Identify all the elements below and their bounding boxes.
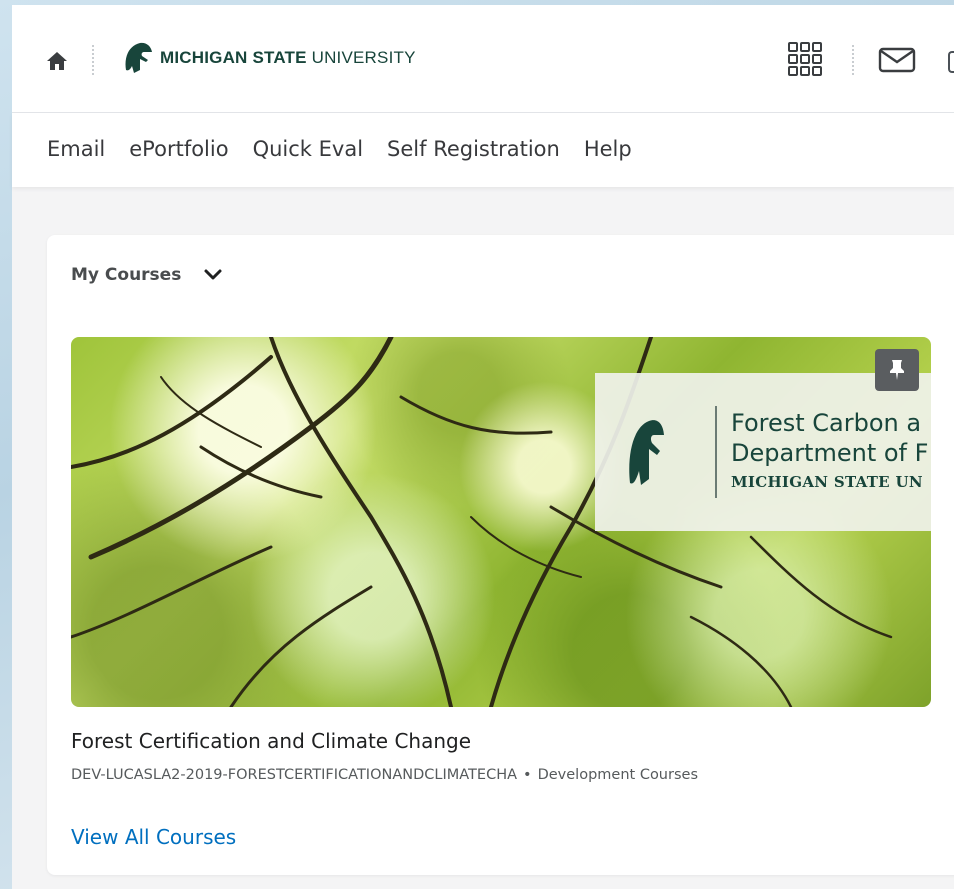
chat-icon[interactable]	[948, 51, 954, 73]
course-department: Development Courses	[537, 767, 698, 783]
chevron-down-icon	[204, 269, 222, 280]
banner-title-line-1: Forest Carbon a	[731, 409, 922, 437]
brand-name: MICHIGAN STATE UNIVERSITY	[160, 48, 416, 67]
nav-item-email[interactable]: Email	[47, 137, 105, 161]
my-courses-menu[interactable]: My Courses	[71, 265, 223, 285]
banner-university: MICHIGAN STATE UN	[731, 473, 923, 491]
nav-item-eportfolio[interactable]: ePortfolio	[129, 137, 228, 161]
course-code: DEV-LUCASLA2-2019-FORESTCERTIFICATIONAND…	[71, 767, 518, 783]
home-icon[interactable]	[46, 50, 68, 72]
nav-bar: Email ePortfolio Quick Eval Self Registr…	[12, 113, 954, 187]
nav-item-self-registration[interactable]: Self Registration	[387, 137, 560, 161]
pin-button[interactable]	[875, 349, 919, 391]
course-name[interactable]: Forest Certification and Climate Change	[71, 729, 471, 753]
widget-title: My Courses	[71, 265, 182, 285]
nav-list: Email ePortfolio Quick Eval Self Registr…	[47, 137, 656, 161]
msu-logo[interactable]: MICHIGAN STATE UNIVERSITY	[122, 38, 416, 78]
course-banner: Forest Carbon a Department of F MICHIGAN…	[595, 373, 931, 531]
mail-icon[interactable]	[878, 47, 916, 73]
spartan-helmet-icon	[125, 42, 152, 73]
grid-icon[interactable]	[787, 41, 823, 77]
header-divider	[92, 45, 94, 75]
my-courses-widget: My Courses Forest Carbon a Department of…	[47, 235, 954, 875]
top-header: MICHIGAN STATE UNIVERSITY	[12, 5, 954, 113]
banner-divider	[715, 406, 717, 498]
app-frame: MICHIGAN STATE UNIVERSITY Email ePortfol…	[12, 5, 954, 889]
nav-item-quick-eval[interactable]: Quick Eval	[253, 137, 363, 161]
spartan-helmet-icon	[629, 420, 664, 485]
banner-title-line-2: Department of F	[731, 439, 929, 467]
header-divider	[852, 45, 854, 75]
pin-icon	[890, 360, 904, 380]
nav-item-help[interactable]: Help	[584, 137, 632, 161]
meta-separator: •	[523, 767, 532, 783]
view-all-courses-link[interactable]: View All Courses	[71, 825, 236, 849]
course-meta: DEV-LUCASLA2-2019-FORESTCERTIFICATIONAND…	[71, 767, 698, 783]
course-image[interactable]: Forest Carbon a Department of F MICHIGAN…	[71, 337, 931, 707]
